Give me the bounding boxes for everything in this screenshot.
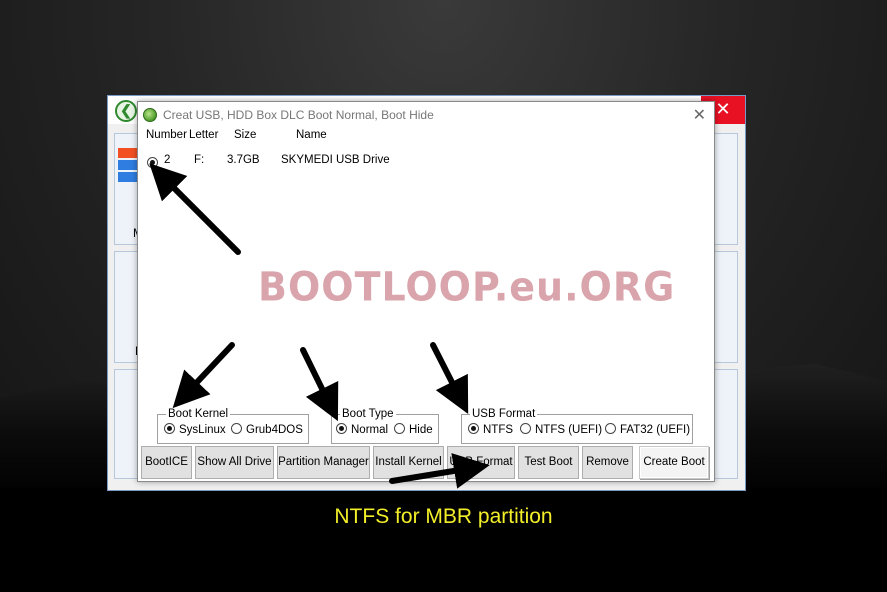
caption-band <box>0 488 887 592</box>
tile-right-1[interactable] <box>714 133 738 245</box>
watermark-text: BOOTLOOP.eu.ORG <box>258 263 676 311</box>
boot-kernel-legend: Boot Kernel <box>166 407 231 421</box>
fat32-uefi-option[interactable]: FAT32 (UEFI) <box>605 423 691 436</box>
tile-right-3[interactable] <box>714 369 738 479</box>
radio-unselected[interactable] <box>231 423 242 435</box>
column-header-size[interactable]: Size <box>234 129 256 141</box>
remove-button[interactable]: Remove <box>582 446 633 479</box>
boot-kernel-group: Boot Kernel SysLinux Grub4DOS <box>157 407 309 444</box>
option-label: FAT32 (UEFI) <box>620 424 691 436</box>
option-label: Normal <box>351 424 389 436</box>
hide-option[interactable]: Hide <box>394 423 433 436</box>
usb-format-button[interactable]: USB Format <box>447 446 515 479</box>
show-all-drive-button[interactable]: Show All Drive <box>195 446 274 479</box>
normal-option[interactable]: Normal <box>336 423 389 436</box>
radio-selected[interactable] <box>164 423 175 435</box>
test-boot-button[interactable]: Test Boot <box>518 446 579 479</box>
syslinux-option[interactable]: SysLinux <box>164 423 226 436</box>
bootice-button[interactable]: BootICE <box>141 446 192 479</box>
option-label: Grub4DOS <box>246 424 303 436</box>
option-label: SysLinux <box>179 424 226 436</box>
back-arrow-icon[interactable]: ❮ <box>115 100 137 122</box>
dialog-title: Creat USB, HDD Box DLC Boot Normal, Boot… <box>163 108 434 122</box>
column-header-number[interactable]: Number <box>146 129 187 141</box>
usb-format-group: USB Format NTFS NTFS (UEFI) FAT32 (UEFI) <box>461 407 693 444</box>
column-header-letter[interactable]: Letter <box>189 129 218 141</box>
radio-selected[interactable] <box>468 423 479 435</box>
radio-selected[interactable] <box>336 423 347 435</box>
usb-format-legend: USB Format <box>470 407 538 421</box>
drive-size: 3.7GB <box>227 154 260 166</box>
grub4dos-option[interactable]: Grub4DOS <box>231 423 303 436</box>
radio-unselected[interactable] <box>605 423 616 435</box>
option-label: Hide <box>409 424 433 436</box>
app-icon <box>143 108 157 122</box>
drive-letter: F: <box>194 154 205 166</box>
column-header-name[interactable]: Name <box>296 129 327 141</box>
drive-number: 2 <box>164 154 171 166</box>
ntfs-option[interactable]: NTFS <box>468 423 514 436</box>
option-label: NTFS <box>483 424 514 436</box>
create-boot-button[interactable]: Create Boot <box>639 446 709 479</box>
boot-type-group: Boot Type Normal Hide <box>331 407 439 444</box>
boot-type-legend: Boot Type <box>340 407 396 421</box>
drive-radio[interactable] <box>147 157 158 169</box>
caption-text: NTFS for MBR partition <box>334 505 553 528</box>
radio-unselected[interactable] <box>394 423 405 435</box>
tile-right-2[interactable] <box>714 251 738 363</box>
radio-unselected[interactable] <box>520 423 531 435</box>
option-label: NTFS (UEFI) <box>535 424 603 436</box>
install-kernel-button[interactable]: Install Kernel <box>373 446 444 479</box>
close-icon[interactable]: ✕ <box>693 105 706 125</box>
partition-manager-button[interactable]: Partition Manager <box>277 446 370 479</box>
dialog-titlebar: Creat USB, HDD Box DLC Boot Normal, Boot… <box>138 102 714 128</box>
drive-name: SKYMEDI USB Drive <box>281 154 390 166</box>
ntfs-uefi-option[interactable]: NTFS (UEFI) <box>520 423 603 436</box>
